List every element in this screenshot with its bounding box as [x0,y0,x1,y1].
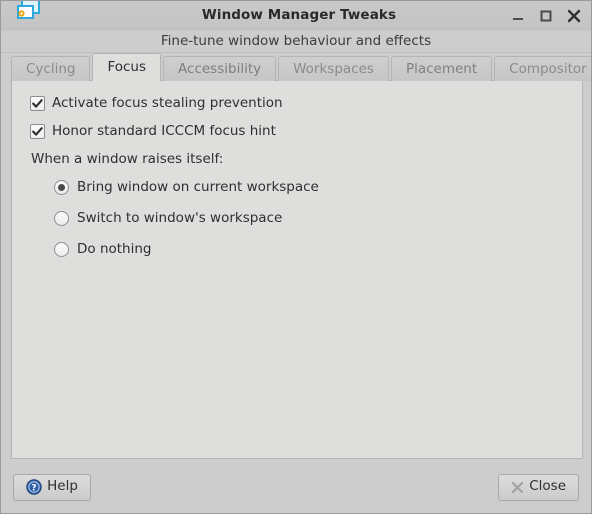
checkbox-focus-stealing[interactable] [30,95,45,111]
tab-notebook: Cycling Focus Accessibility Workspaces P… [11,53,591,459]
raise-section-label: When a window raises itself: [31,151,224,167]
maximize-icon[interactable] [537,7,555,25]
tab-focus[interactable]: Focus [92,53,162,81]
window-title: Window Manager Tweaks [201,7,397,23]
tab-strip: Cycling Focus Accessibility Workspaces P… [11,53,591,81]
checkbox-row-focus-stealing[interactable]: Activate focus stealing prevention [30,95,566,111]
close-x-icon [511,481,524,494]
checkbox-label: Honor standard ICCCM focus hint [52,123,276,139]
checkbox-icccm-hint[interactable] [30,123,45,139]
tab-cycling[interactable]: Cycling [11,56,91,81]
title-bar[interactable]: Window Manager Tweaks [1,1,591,30]
svg-text:?: ? [31,484,36,494]
close-button[interactable]: Close [498,473,579,501]
radio-label: Do nothing [77,241,152,257]
checkbox-label: Activate focus stealing prevention [52,95,283,111]
focus-settings-content: Activate focus stealing prevention Honor… [12,81,582,257]
tab-placement[interactable]: Placement [390,56,493,81]
radio-dot [58,183,65,191]
close-icon[interactable] [565,7,583,25]
tab-workspaces[interactable]: Workspaces [278,56,389,81]
window-subtitle: Fine-tune window behaviour and effects [160,33,432,49]
window-manager-tweaks-window: Window Manager Tweaks Fine-tune window b… [0,0,592,514]
tab-accessibility[interactable]: Accessibility [163,56,277,81]
tab-label: Compositor [509,61,587,77]
help-button-label: Help [47,478,78,495]
radio-row-bring-window[interactable]: Bring window on current workspace [54,179,566,195]
checkbox-row-icccm-hint[interactable]: Honor standard ICCCM focus hint [30,123,566,139]
radio-label: Switch to window's workspace [77,210,283,226]
radio-row-do-nothing[interactable]: Do nothing [54,241,566,257]
dialog-action-bar: ? Help Close [1,461,591,513]
help-button[interactable]: ? Help [13,473,91,501]
focus-tab-panel: Activate focus stealing prevention Honor… [11,80,583,459]
subtitle-bar: Fine-tune window behaviour and effects [1,30,591,53]
tab-label: Accessibility [178,61,262,77]
radio-switch-workspace[interactable] [54,210,69,226]
tab-label: Placement [405,61,478,77]
close-button-label: Close [529,478,566,495]
tab-compositor[interactable]: Compositor [494,56,591,81]
raise-behaviour-radio-group: Bring window on current workspace Switch… [30,179,566,257]
tab-label: Cycling [26,61,76,77]
radio-label: Bring window on current workspace [77,179,319,195]
tab-label: Workspaces [293,61,374,77]
radio-do-nothing[interactable] [54,241,69,257]
minimize-icon[interactable] [509,7,527,25]
window-settings-icon [15,1,43,26]
tab-label: Focus [107,59,147,75]
help-circle-icon: ? [26,479,42,495]
window-controls [509,1,583,30]
radio-bring-window[interactable] [54,179,69,195]
radio-row-switch-workspace[interactable]: Switch to window's workspace [54,210,566,226]
